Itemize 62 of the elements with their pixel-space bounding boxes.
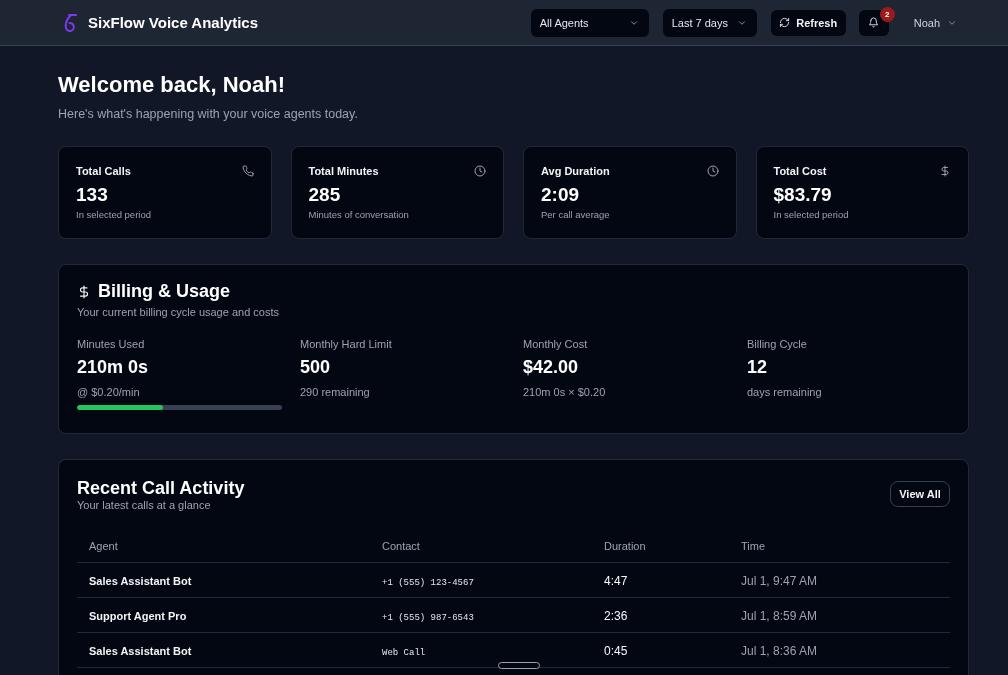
user-menu[interactable]: Noah [913,16,957,29]
time-cell: Jul 1, 8:36 AM [741,644,818,658]
welcome-subtitle: Here's what's happening with your voice agents today. [58,107,359,121]
agent-cell: Sales Assistant Bot [89,645,192,657]
metric-label: Minutes Used [77,338,146,350]
notification-count: 2 [879,6,895,22]
agent-cell: Support Agent Pro [89,610,187,622]
stat-caption: Per call average [541,209,611,220]
metric-value: 12 [747,357,769,378]
metric-caption: days remaining [747,386,823,398]
stat-value: 133 [76,184,109,206]
column-header: Duration [604,540,646,552]
scroll-handle[interactable] [498,662,540,669]
clock-icon [706,165,719,177]
dollar-icon [77,284,91,299]
column-header: Agent [89,540,118,552]
duration-cell: 2:36 [604,609,628,623]
column-header: Contact [382,540,420,552]
stat-label: Avg Duration [541,165,610,177]
contact-cell: +1 (555) 123-4567 [382,578,474,588]
stat-label: Total Cost [773,165,827,177]
dollar-icon [939,165,951,177]
period-select[interactable]: Last 7 days [662,8,757,37]
stat-value: 285 [308,184,342,206]
phone-icon [241,165,254,177]
metric-caption: 210m 0s × $0.20 [523,386,607,398]
metric-label: Monthly Hard Limit [300,338,393,350]
stat-label: Total Minutes [308,165,379,177]
contact-cell: +1 (555) 987-6543 [382,613,474,623]
time-cell: Jul 1, 8:59 AM [741,609,818,623]
stat-value: $83.79 [773,184,833,206]
stat-value: 2:09 [541,184,581,206]
metric-label: Billing Cycle [747,338,808,350]
refresh-icon [779,17,791,28]
refresh-button[interactable]: Refresh [770,9,846,36]
duration-cell: 4:47 [604,574,628,588]
agent-cell: Sales Assistant Bot [89,575,192,587]
metric-caption: @ $0.20/min [77,386,141,398]
metric-value: $42.00 [523,357,580,378]
billing-title: Billing & Usage [98,281,231,302]
contact-cell: Web Call [382,648,426,658]
stat-label: Total Calls [76,165,131,177]
recent-calls-title: Recent Call Activity [77,478,245,499]
agent-select[interactable]: All Agents [530,8,649,37]
recent-calls-subtitle: Your latest calls at a glance [77,499,212,511]
metric-value: 210m 0s [77,357,150,378]
metric-label: Monthly Cost [523,338,589,350]
clock-icon [474,165,486,177]
stat-caption: In selected period [76,209,152,220]
stat-caption: Minutes of conversation [308,209,410,220]
welcome-title: Welcome back, Noah! [58,72,286,98]
bell-icon [868,17,880,28]
column-header: Time [741,540,766,552]
metric-caption: 290 remaining [300,386,371,398]
metric-value: 500 [300,357,332,378]
view-all-button[interactable]: View All [890,481,950,507]
logo-icon [62,11,78,34]
stat-caption: In selected period [773,209,850,220]
billing-subtitle: Your current billing cycle usage and costs [77,306,280,318]
duration-cell: 0:45 [604,644,628,658]
time-cell: Jul 1, 9:47 AM [741,574,818,588]
app-title: SixFlow Voice Analytics [88,14,259,31]
